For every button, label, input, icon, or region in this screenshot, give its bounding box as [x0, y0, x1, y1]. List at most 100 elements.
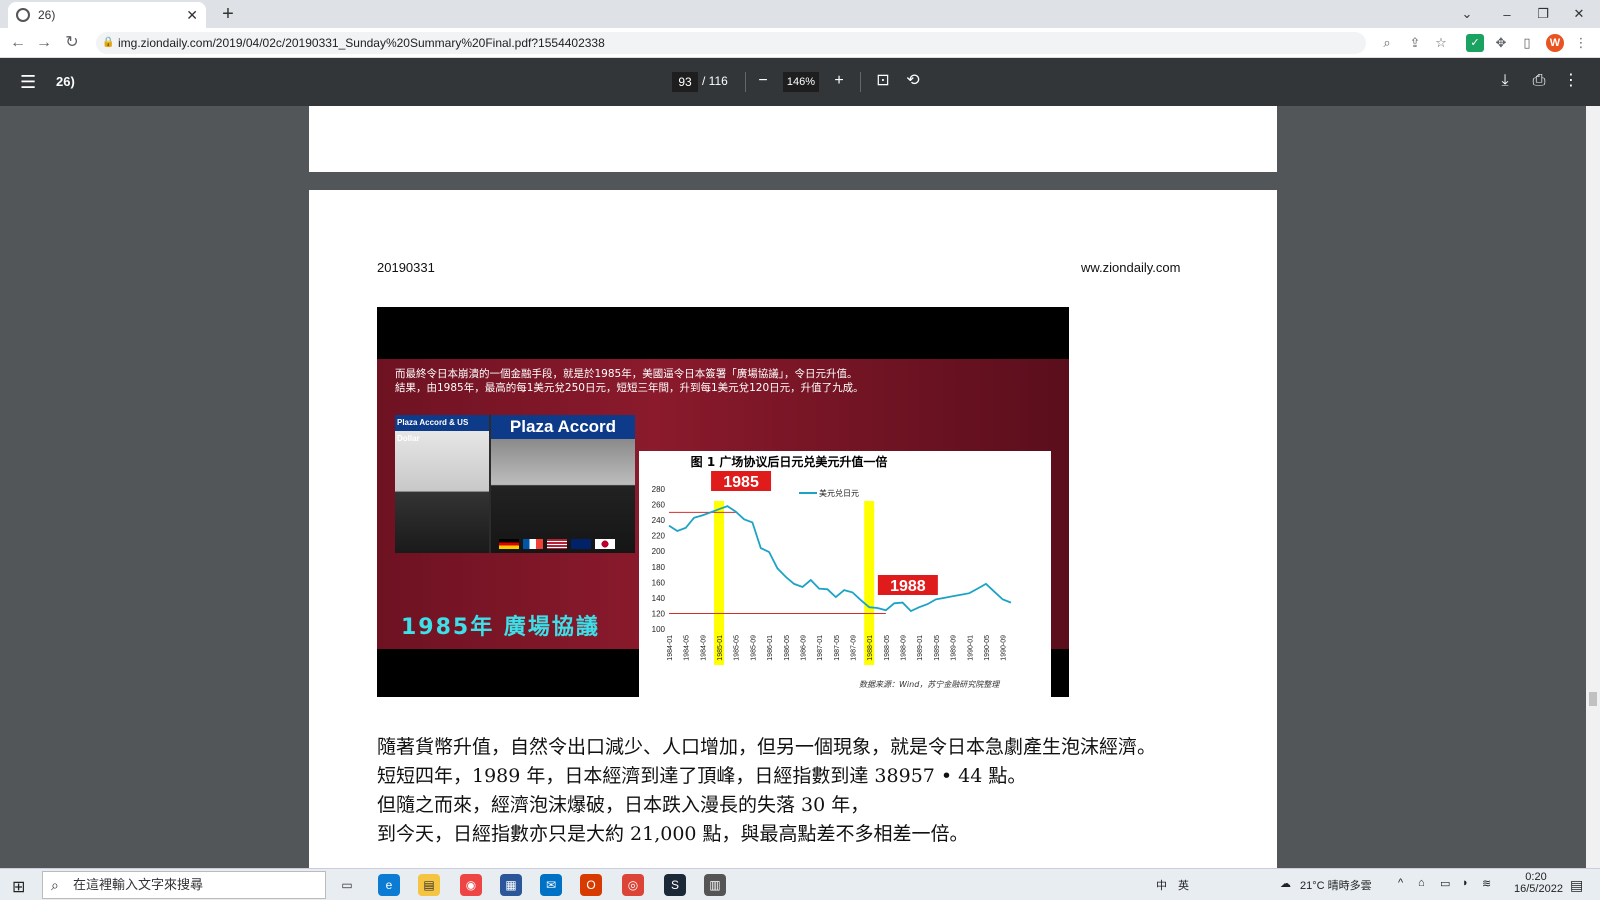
paragraph-2: 短短四年，1989 年，日本經濟到達了頂峰，日經指數到達 38957 • 44 …: [377, 765, 1027, 787]
chrome-icon[interactable]: ◎: [622, 874, 644, 896]
zoom-icon[interactable]: ⌕: [1378, 34, 1396, 52]
close-tab-icon[interactable]: ✕: [186, 7, 198, 24]
ime-indicator[interactable]: 中: [1156, 877, 1167, 893]
steam-icon[interactable]: S: [664, 874, 686, 896]
reload-icon[interactable]: ↻: [62, 33, 82, 53]
search-icon: ⌕: [51, 877, 59, 893]
y-tick-label: 260: [652, 501, 666, 510]
browser-tab-strip: 26) ✕ + ⌄ – ❐ ✕: [0, 0, 1600, 28]
x-tick-label: 1984-09: [700, 635, 707, 661]
windows-start-icon[interactable]: ⊞: [12, 877, 25, 897]
plaza-accord-photo: Plaza Accord & US Dollar Plaza Accord: [395, 415, 635, 553]
mail-icon[interactable]: ✉: [540, 874, 562, 896]
usa-flag-icon: [547, 539, 567, 550]
profile-avatar[interactable]: W: [1546, 34, 1564, 52]
side-panel-icon[interactable]: ▯: [1518, 34, 1536, 52]
scrollbar-thumb[interactable]: [1589, 692, 1597, 706]
page-total: / 116: [702, 74, 728, 88]
print-icon[interactable]: ⎙: [1528, 70, 1550, 92]
browser-tab[interactable]: 26) ✕: [8, 2, 206, 28]
y-tick-label: 160: [652, 578, 666, 587]
ime-mode-indicator[interactable]: 英: [1178, 877, 1189, 893]
plaza-accord-caption: 1985年 廣場協議: [401, 615, 600, 640]
back-icon[interactable]: ←: [8, 33, 28, 53]
y-tick-label: 100: [652, 625, 666, 634]
volume-icon[interactable]: ◗: [1462, 877, 1469, 889]
plaza-big-title: Plaza Accord: [491, 415, 635, 439]
pdf-viewer[interactable]: 20190331 ww.ziondaily.com 而最終令日本崩潰的一個金融手…: [0, 106, 1600, 868]
y-tick-label: 220: [652, 532, 666, 541]
callout-label: 1985: [723, 474, 759, 491]
x-tick-label: 1986-05: [784, 635, 791, 661]
taskbar-search-input[interactable]: ⌕ 在這裡輸入文字來搜尋: [42, 871, 326, 899]
network-icon[interactable]: ⌂: [1418, 877, 1425, 889]
url-field[interactable]: 🔒 img.ziondaily.com/2019/04/02c/20190331…: [96, 32, 1366, 54]
store-icon[interactable]: ▦: [500, 874, 522, 896]
weather-text[interactable]: 21°C 晴時多雲: [1300, 877, 1372, 893]
extensions-puzzle-icon[interactable]: ✥: [1492, 34, 1510, 52]
yen-chart: 图 1 广场协议后日元兑美元升值一倍 100 120 140 160 180 200 220…: [639, 451, 1051, 697]
wifi-icon[interactable]: ≋: [1482, 877, 1491, 890]
germany-flag-icon: [499, 539, 519, 550]
chrome-orange-icon[interactable]: ◉: [460, 874, 482, 896]
page-header-date: 20190331: [377, 260, 435, 275]
x-tick-label: 1988-09: [901, 635, 908, 661]
pdf-more-menu-icon[interactable]: ⋮: [1560, 70, 1582, 92]
file-explorer-icon[interactable]: ▤: [418, 874, 440, 896]
weather-icon[interactable]: ☁: [1280, 877, 1291, 890]
x-tick-label: 1989-01: [917, 635, 924, 661]
hamburger-menu-icon[interactable]: ☰: [20, 72, 36, 93]
fit-page-icon[interactable]: ⊡: [872, 70, 894, 92]
image-caption-line1: 而最終令日本崩潰的一個金融手段，就是於1985年，美國逼令日本簽署「廣場協議」，…: [395, 368, 858, 380]
embedded-image: 而最終令日本崩潰的一個金融手段，就是於1985年，美國逼令日本簽署「廣場協議」，…: [377, 307, 1069, 697]
edge-icon[interactable]: e: [378, 874, 400, 896]
task-view-icon[interactable]: ▭: [336, 874, 358, 896]
download-icon[interactable]: ⤓: [1494, 70, 1516, 92]
globe-icon: [16, 8, 30, 22]
y-tick-label: 120: [652, 609, 666, 618]
plaza-small-photo: Plaza Accord & US Dollar: [395, 415, 489, 553]
clock-date: 16/5/2022: [1514, 883, 1563, 895]
zoom-out-icon[interactable]: −: [752, 70, 774, 92]
new-tab-button[interactable]: +: [216, 3, 240, 26]
legend-label: 美元兑日元: [819, 488, 859, 498]
paragraph-1: 隨著貨幣升值，自然令出口減少、人口增加，但另一個現象，就是令日本急劇產生泡沫經濟…: [377, 736, 1157, 758]
france-flag-icon: [523, 539, 543, 550]
clock-time: 0:20: [1525, 871, 1547, 883]
address-bar-row: ← → ↻ 🔒 img.ziondaily.com/2019/04/02c/20…: [0, 28, 1600, 58]
x-tick-label: 1987-05: [834, 635, 841, 661]
zoom-in-icon[interactable]: +: [828, 70, 850, 92]
y-tick-label: 280: [652, 485, 666, 494]
page-number-input[interactable]: 93: [672, 72, 698, 92]
previous-page: [309, 106, 1277, 172]
page-header-site: ww.ziondaily.com: [1081, 260, 1181, 275]
rotate-icon[interactable]: ⟲: [902, 70, 924, 92]
plaza-small-title: Plaza Accord & US Dollar: [395, 415, 489, 443]
close-window-button[interactable]: ✕: [1556, 0, 1600, 28]
notification-icon[interactable]: ▤: [1570, 877, 1583, 894]
browser-menu-icon[interactable]: ⋮: [1572, 34, 1590, 52]
taskbar-search-placeholder: 在這裡輸入文字來搜尋: [73, 877, 204, 892]
x-tick-label: 1985-05: [734, 635, 741, 661]
bookmark-star-icon[interactable]: ☆: [1432, 34, 1450, 52]
x-tick-label: 1985-09: [750, 635, 757, 661]
pdf-toolbar: ☰ 26) 93 / 116 − 146% + ⊡ ⟲ ⤓ ⎙ ⋮: [0, 58, 1600, 106]
clock[interactable]: 0:20 16/5/2022: [1514, 871, 1563, 895]
x-tick-label: 1987-01: [817, 635, 824, 661]
country-flags: [499, 539, 619, 550]
zoom-level-input[interactable]: 146%: [783, 72, 819, 92]
x-tick-label: 1985-01: [717, 635, 724, 661]
pdf-page: 20190331 ww.ziondaily.com 而最終令日本崩潰的一個金融手…: [309, 190, 1277, 868]
office-icon[interactable]: O: [580, 874, 602, 896]
calculator-icon[interactable]: ▥: [704, 874, 726, 896]
share-icon[interactable]: ⇪: [1406, 34, 1424, 52]
image-caption: 而最終令日本崩潰的一個金融手段，就是於1985年，美國逼令日本簽署「廣場協議」，…: [395, 367, 995, 395]
x-tick-label: 1989-09: [951, 635, 958, 661]
toolbar-divider: [860, 72, 861, 92]
vertical-scrollbar[interactable]: [1586, 106, 1600, 868]
x-tick-label: 1989-05: [934, 635, 941, 661]
battery-icon[interactable]: ▭: [1440, 877, 1450, 890]
tray-chevron-icon[interactable]: ^: [1398, 877, 1403, 889]
extension-check-icon[interactable]: ✓: [1466, 34, 1484, 52]
forward-icon[interactable]: →: [34, 33, 54, 53]
